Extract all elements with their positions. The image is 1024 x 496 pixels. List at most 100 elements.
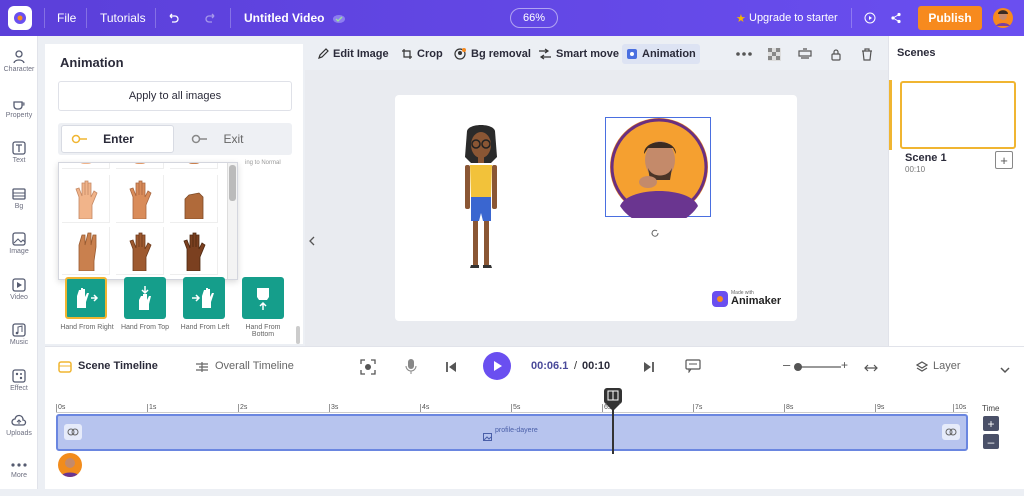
hand-from-top-button[interactable] xyxy=(124,277,166,319)
sidebar-item-bg[interactable]: Bg xyxy=(0,183,38,223)
upgrade-link[interactable]: Upgrade to starter xyxy=(749,0,838,36)
add-scene-button[interactable]: + xyxy=(995,151,1013,169)
watermark-brand: Animaker xyxy=(731,295,782,307)
project-title[interactable]: Untitled Video xyxy=(244,0,324,36)
collapse-timeline-icon[interactable] xyxy=(1000,361,1010,379)
timeline-zoom-slider[interactable] xyxy=(794,363,841,371)
bg-removal-button[interactable]: Bg removal xyxy=(453,44,531,64)
hand-from-left-button[interactable] xyxy=(183,277,225,319)
user-avatar[interactable] xyxy=(992,7,1014,29)
zoom-in-icon[interactable]: + xyxy=(841,358,848,372)
hand-skin-option[interactable] xyxy=(116,175,164,223)
left-sidebar: Character Property Text Bg Image Video M… xyxy=(0,36,38,489)
layer-icon xyxy=(915,360,929,378)
hand-right-icon xyxy=(77,288,99,308)
enter-animation-icon[interactable] xyxy=(64,424,82,440)
tutorials-menu[interactable]: Tutorials xyxy=(100,0,146,36)
play-button[interactable] xyxy=(483,352,511,380)
selected-image-bounds[interactable] xyxy=(605,116,711,218)
timeline-ruler xyxy=(56,412,968,413)
sidebar-item-text[interactable]: Text xyxy=(0,137,38,177)
track-label: profile-dayere xyxy=(495,427,538,434)
animation-button[interactable]: Animation xyxy=(622,44,700,64)
skip-forward-icon[interactable] xyxy=(643,360,655,378)
profile-photo[interactable] xyxy=(608,116,710,218)
tick-label: 1s xyxy=(146,404,157,412)
apply-to-all-button[interactable]: Apply to all images xyxy=(58,81,292,111)
hand-skin-option[interactable] xyxy=(116,227,164,275)
bg-removal-icon xyxy=(454,48,466,60)
sidebar-item-more[interactable]: More xyxy=(0,456,38,496)
rotate-handle-icon[interactable] xyxy=(650,225,660,237)
time-decrease-button[interactable]: – xyxy=(983,434,999,449)
hand-skin-option[interactable] xyxy=(116,163,164,169)
hand-from-bottom-button[interactable] xyxy=(242,277,284,319)
smart-move-button[interactable]: Smart move xyxy=(538,44,619,64)
hint-text: ing to Normal xyxy=(245,160,281,166)
image-track-bar[interactable]: profile-dayere xyxy=(56,414,968,451)
sidebar-item-character[interactable]: Character xyxy=(0,46,38,86)
fit-width-icon[interactable] xyxy=(864,360,878,378)
time-increase-button[interactable]: + xyxy=(983,416,999,431)
smart-move-icon xyxy=(539,48,551,60)
tab-exit[interactable]: Exit xyxy=(176,125,289,153)
layer-button[interactable]: Layer xyxy=(933,360,961,372)
hand-skin-option[interactable] xyxy=(62,227,110,275)
scene-thumbnail[interactable] xyxy=(900,81,1016,149)
preview-icon[interactable] xyxy=(864,0,876,36)
layer-thumbnail-avatar[interactable] xyxy=(58,453,82,477)
tick-label: 8s xyxy=(783,404,794,412)
tick-label: 5s xyxy=(510,404,521,412)
collapse-panel-icon[interactable] xyxy=(307,232,317,250)
hand-from-right-button[interactable] xyxy=(65,277,107,319)
microphone-icon[interactable] xyxy=(405,358,417,380)
tab-enter[interactable]: Enter xyxy=(61,125,174,153)
skip-back-icon[interactable] xyxy=(445,360,457,378)
share-icon[interactable] xyxy=(890,0,902,36)
sidebar-item-uploads[interactable]: Uploads xyxy=(0,410,38,450)
scene-timeline-tab[interactable]: Scene Timeline xyxy=(78,360,158,372)
total-time: 00:10 xyxy=(582,360,611,372)
zoom-level[interactable]: 66% xyxy=(510,8,558,28)
more-options-icon[interactable] xyxy=(735,44,757,64)
hand-skin-option[interactable] xyxy=(170,175,218,223)
timeline-controls: Scene Timeline Overall Timeline 00:06.1 … xyxy=(45,346,1024,386)
property-icon xyxy=(13,101,25,110)
scene-name[interactable]: Scene 1 xyxy=(905,152,947,164)
tick-label: 7s xyxy=(692,404,703,412)
sidebar-label: Bg xyxy=(14,203,24,210)
hand-skin-option[interactable] xyxy=(170,163,218,169)
redo-icon[interactable] xyxy=(205,0,217,36)
publish-button[interactable]: Publish xyxy=(918,6,982,30)
sidebar-item-music[interactable]: Music xyxy=(0,319,38,359)
transparency-icon[interactable] xyxy=(768,44,785,64)
lock-icon[interactable] xyxy=(830,44,846,64)
music-icon xyxy=(12,323,26,337)
hand-skin-option[interactable] xyxy=(62,175,110,223)
layer-order-icon[interactable] xyxy=(798,44,816,64)
zoom-out-icon[interactable]: – xyxy=(783,357,790,372)
subtitle-icon[interactable] xyxy=(685,359,701,378)
delete-icon[interactable] xyxy=(861,44,877,64)
edit-image-button[interactable]: Edit Image xyxy=(317,44,389,64)
undo-icon[interactable] xyxy=(167,0,179,36)
sidebar-item-effect[interactable]: Effect xyxy=(0,365,38,405)
file-menu[interactable]: File xyxy=(57,0,76,36)
scene-canvas[interactable]: Made with Animaker xyxy=(395,95,797,321)
skin-tone-picker[interactable] xyxy=(58,162,238,280)
sidebar-item-video[interactable]: Video xyxy=(0,274,38,314)
hand-skin-option[interactable] xyxy=(62,163,110,169)
exit-animation-icon[interactable] xyxy=(942,424,960,440)
crop-button[interactable]: Crop xyxy=(401,44,443,64)
sidebar-item-image[interactable]: Image xyxy=(0,228,38,268)
character-figure[interactable] xyxy=(455,123,507,273)
picker-scrollbar[interactable] xyxy=(227,163,237,279)
hand-skin-option[interactable] xyxy=(170,227,218,275)
playhead-line[interactable] xyxy=(612,410,614,454)
screenshot-icon[interactable] xyxy=(360,359,376,380)
animaker-logo[interactable] xyxy=(8,6,32,30)
panel-scrollbar[interactable] xyxy=(296,326,300,344)
playhead-handle[interactable] xyxy=(604,388,622,404)
sidebar-item-property[interactable]: Property xyxy=(0,92,38,132)
overall-timeline-tab[interactable]: Overall Timeline xyxy=(215,360,294,372)
